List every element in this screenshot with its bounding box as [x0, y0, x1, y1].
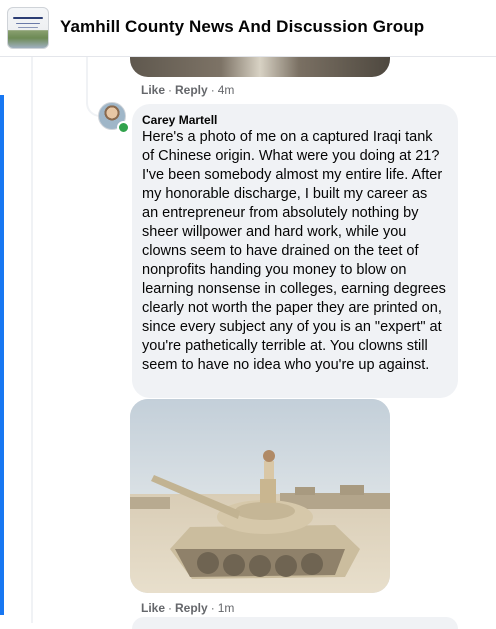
comment-timestamp[interactable]: 1m: [218, 601, 235, 615]
next-comment-bubble: [132, 617, 458, 629]
online-status-icon: [117, 121, 130, 134]
thread-connector-line: [31, 57, 33, 623]
comment-tank-photo[interactable]: [130, 399, 390, 593]
separator-dot: ·: [168, 83, 173, 97]
comment-actions: Like · Reply · 1m: [141, 601, 234, 615]
comment-timestamp[interactable]: 4m: [218, 83, 235, 97]
like-button[interactable]: Like: [141, 83, 165, 97]
separator-dot: ·: [210, 601, 215, 615]
comment-author[interactable]: Carey Martell: [142, 113, 446, 127]
reply-button[interactable]: Reply: [175, 601, 208, 615]
previous-comment-actions: Like · Reply · 4m: [141, 83, 234, 97]
group-header: Yamhill County News And Discussion Group: [0, 0, 496, 57]
reply-button[interactable]: Reply: [175, 83, 208, 97]
active-thread-rail: [0, 95, 4, 615]
previous-comment-photo[interactable]: [130, 57, 390, 77]
comment-bubble: Carey Martell Here's a photo of me on a …: [132, 104, 458, 398]
like-button[interactable]: Like: [141, 601, 165, 615]
separator-dot: ·: [210, 83, 215, 97]
comment-text: Here's a photo of me on a captured Iraqi…: [142, 129, 446, 373]
separator-dot: ·: [168, 601, 173, 615]
group-logo-icon[interactable]: [7, 7, 49, 49]
group-title[interactable]: Yamhill County News And Discussion Group: [60, 17, 424, 37]
